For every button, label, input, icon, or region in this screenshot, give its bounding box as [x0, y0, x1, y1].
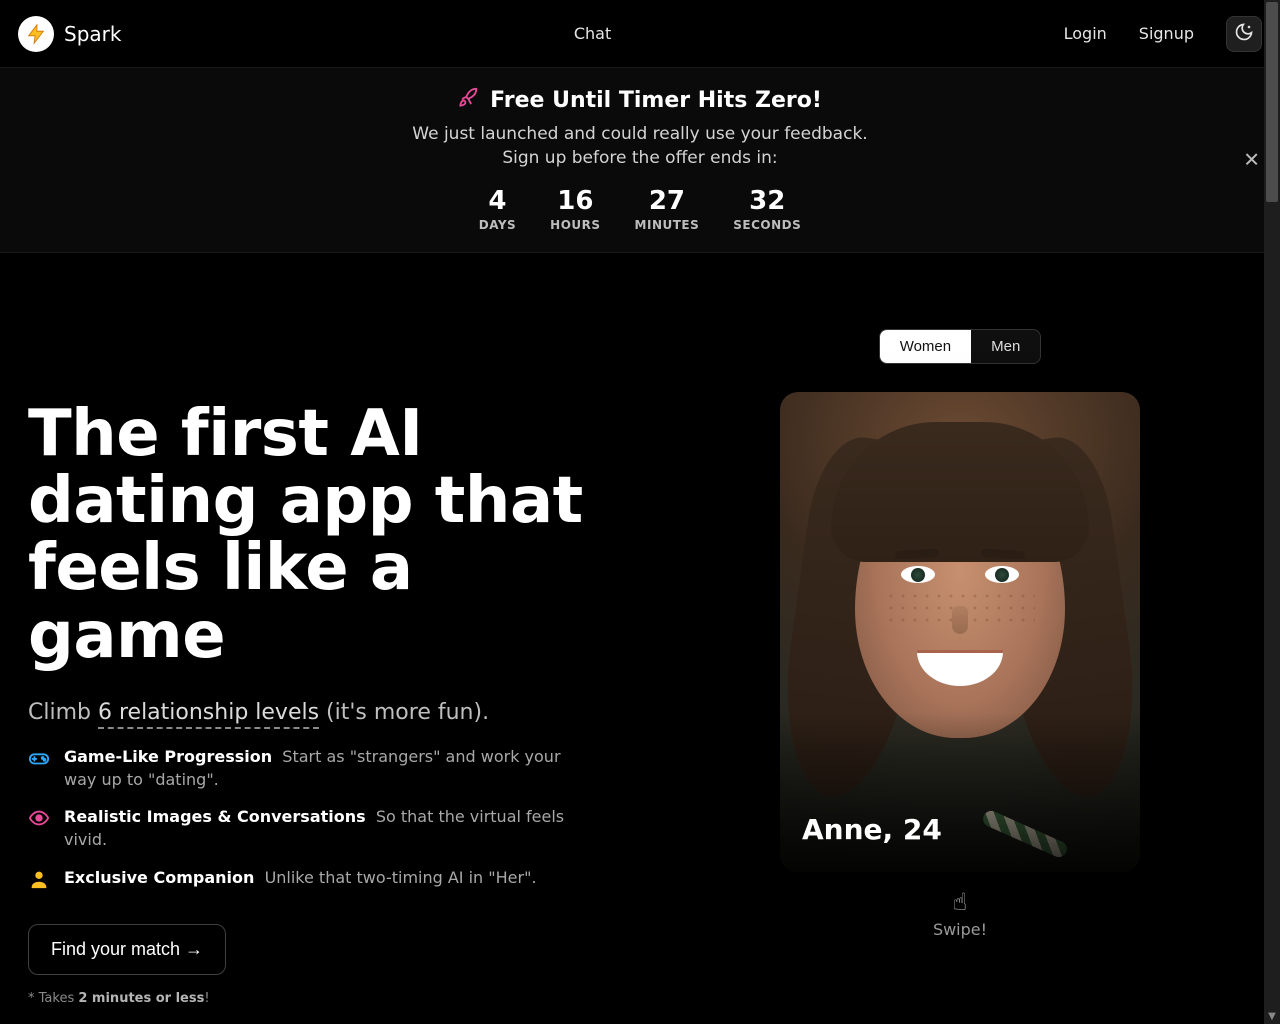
promo-sub-2: Sign up before the offer ends in:: [0, 148, 1280, 168]
feature-title: Game-Like Progression: [64, 747, 272, 766]
scrollbar-thumb[interactable]: [1266, 2, 1278, 202]
bolt-icon: [18, 16, 54, 52]
footnote: * Takes 2 minutes or less!: [28, 991, 628, 1006]
gender-toggle: Women Men: [879, 329, 1042, 364]
pointer-icon: ☝: [933, 888, 987, 916]
feature-desc: Unlike that two-timing AI in "Her".: [265, 868, 537, 887]
login-link[interactable]: Login: [1064, 24, 1107, 43]
moon-icon: [1234, 22, 1254, 46]
countdown-seconds: 32 SECONDS: [733, 186, 801, 232]
scrollbar[interactable]: ▼: [1264, 0, 1280, 1024]
feature-realistic: Realistic Images & Conversations So that…: [28, 805, 628, 851]
promo-banner: Free Until Timer Hits Zero! We just laun…: [0, 68, 1280, 253]
find-match-button[interactable]: Find your match →: [28, 924, 226, 975]
toggle-men[interactable]: Men: [971, 330, 1040, 363]
hero-subtitle-prefix: Climb: [28, 700, 98, 725]
countdown-minutes-label: MINUTES: [635, 218, 700, 232]
gamepad-icon: [28, 747, 50, 769]
card-gradient-overlay: [780, 712, 1140, 872]
countdown-days-value: 4: [479, 186, 516, 216]
nav-center: Chat: [121, 24, 1063, 43]
swipe-hint: ☝ Swipe!: [933, 888, 987, 939]
countdown-days-label: DAYS: [479, 218, 516, 232]
countdown-seconds-value: 32: [733, 186, 801, 216]
close-icon: ✕: [1243, 150, 1260, 172]
feature-list: Game-Like Progression Start as "stranger…: [28, 745, 628, 890]
feature-title: Exclusive Companion: [64, 868, 254, 887]
hero-title-line3: feels like a game: [28, 531, 413, 672]
countdown-minutes-value: 27: [635, 186, 700, 216]
nav-right: Login Signup: [1064, 16, 1262, 52]
rocket-icon: [458, 86, 480, 114]
hero-right: Women Men Anne, 24: [668, 329, 1252, 1006]
feature-text: Exclusive Companion Unlike that two-timi…: [64, 866, 537, 889]
feature-title: Realistic Images & Conversations: [64, 807, 366, 826]
hero-title-line2: dating app that: [28, 464, 583, 538]
profile-card[interactable]: Anne, 24: [780, 392, 1140, 872]
feature-exclusive: Exclusive Companion Unlike that two-timi…: [28, 866, 628, 890]
signup-link[interactable]: Signup: [1139, 24, 1194, 43]
hero-title: The first AI dating app that feels like …: [28, 401, 628, 670]
scrollbar-down-arrow[interactable]: ▼: [1264, 1008, 1280, 1024]
person-icon: [28, 868, 50, 890]
header: Spark Chat Login Signup: [0, 0, 1280, 68]
feature-text: Game-Like Progression Start as "stranger…: [64, 745, 584, 791]
hero-subtitle: Climb 6 relationship levels (it's more f…: [28, 700, 628, 725]
eye-icon: [28, 807, 50, 829]
promo-title: Free Until Timer Hits Zero!: [0, 86, 1280, 114]
hero-left: The first AI dating app that feels like …: [28, 329, 628, 1006]
hero-title-line1: The first AI: [28, 397, 423, 471]
countdown: 4 DAYS 16 HOURS 27 MINUTES 32 SECONDS: [0, 186, 1280, 232]
profile-name: Anne, 24: [802, 813, 942, 846]
promo-sub-1: We just launched and could really use yo…: [0, 124, 1280, 144]
countdown-hours: 16 HOURS: [550, 186, 600, 232]
nav-chat[interactable]: Chat: [574, 24, 611, 43]
footnote-suffix: !: [204, 991, 209, 1006]
countdown-hours-label: HOURS: [550, 218, 600, 232]
countdown-hours-value: 16: [550, 186, 600, 216]
promo-close-button[interactable]: ✕: [1243, 148, 1260, 173]
relationship-levels-link[interactable]: 6 relationship levels: [98, 700, 319, 729]
footnote-bold: 2 minutes or less: [78, 991, 204, 1006]
promo-title-text: Free Until Timer Hits Zero!: [490, 88, 822, 113]
feature-text: Realistic Images & Conversations So that…: [64, 805, 584, 851]
brand-name: Spark: [64, 22, 121, 46]
brand[interactable]: Spark: [18, 16, 121, 52]
countdown-seconds-label: SECONDS: [733, 218, 801, 232]
hero-subtitle-suffix: (it's more fun).: [319, 700, 489, 725]
theme-toggle-button[interactable]: [1226, 16, 1262, 52]
footnote-prefix: * Takes: [28, 991, 78, 1006]
countdown-days: 4 DAYS: [479, 186, 516, 232]
hero: The first AI dating app that feels like …: [0, 253, 1280, 1024]
feature-progression: Game-Like Progression Start as "stranger…: [28, 745, 628, 791]
toggle-women[interactable]: Women: [880, 330, 971, 363]
swipe-label: Swipe!: [933, 920, 987, 939]
countdown-minutes: 27 MINUTES: [635, 186, 700, 232]
